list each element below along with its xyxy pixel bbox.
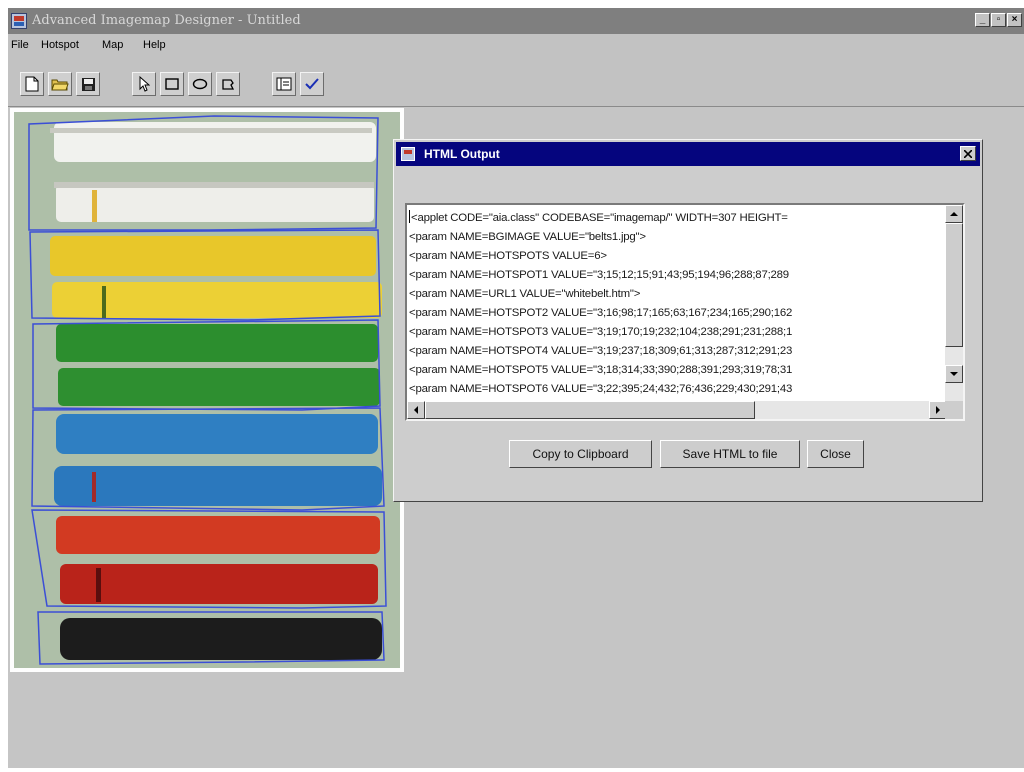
title-bar: Advanced Imagemap Designer - Untitled _ … — [8, 8, 1024, 34]
pointer-select-icon[interactable] — [132, 72, 156, 96]
code-line: <param NAME=HOTSPOT2 VALUE="3;16;98;17;1… — [409, 307, 793, 319]
code-line: <param NAME=HOTSPOTS VALUE=6> — [409, 250, 607, 262]
code-line: <applet CODE="aia.class" CODEBASE="image… — [409, 210, 788, 224]
code-line: <param NAME=URL1 VALUE="whitebelt.htm"> — [409, 288, 641, 300]
maximize-icon[interactable]: ▫ — [991, 13, 1006, 27]
vertical-scrollbar[interactable] — [945, 205, 963, 401]
new-file-icon[interactable] — [20, 72, 44, 96]
minimize-icon[interactable]: _ — [975, 13, 990, 27]
ellipse-tool-icon[interactable] — [188, 72, 212, 96]
scroll-corner — [945, 401, 963, 419]
scroll-down-icon[interactable] — [945, 365, 963, 383]
save-html-to-file-button[interactable]: Save HTML to file — [660, 440, 800, 468]
code-line: <param NAME=HOTSPOT6 VALUE="3;22;395;24;… — [409, 383, 793, 395]
code-line: <param NAME=HOTSPOT1 VALUE="3;15;12;15;9… — [409, 269, 789, 281]
code-line: <param NAME=BGIMAGE VALUE="belts1.jpg"> — [409, 231, 646, 243]
dialog-close-icon[interactable] — [960, 146, 976, 161]
code-line: <param NAME=HOTSPOT4 VALUE="3;19;237;18;… — [409, 345, 793, 357]
close-icon[interactable]: × — [1007, 13, 1022, 27]
image-canvas[interactable] — [14, 112, 400, 668]
app-icon — [11, 13, 27, 29]
dialog-title-bar[interactable]: HTML Output — [396, 142, 980, 166]
dialog-app-icon — [401, 147, 415, 161]
menu-help[interactable]: Help — [143, 39, 166, 51]
vertical-scroll-thumb[interactable] — [945, 223, 963, 347]
menu-map[interactable]: Map — [102, 39, 123, 51]
scroll-up-icon[interactable] — [945, 205, 963, 223]
open-folder-icon[interactable] — [48, 72, 72, 96]
horizontal-scrollbar[interactable] — [407, 401, 947, 419]
check-icon[interactable] — [300, 72, 324, 96]
window-title: Advanced Imagemap Designer - Untitled — [32, 13, 301, 28]
menu-hotspot[interactable]: Hotspot — [41, 39, 79, 51]
html-output-dialog: HTML Output <applet CODE="aia.class" COD… — [393, 139, 983, 502]
toolbar — [8, 60, 1024, 107]
copy-to-clipboard-button[interactable]: Copy to Clipboard — [509, 440, 652, 468]
code-lines: <applet CODE="aia.class" CODEBASE="image… — [409, 209, 949, 397]
text-caret — [409, 210, 410, 223]
polygon-tool-icon[interactable] — [216, 72, 240, 96]
close-button[interactable]: Close — [807, 440, 864, 468]
code-line: <param NAME=HOTSPOT5 VALUE="3;18;314;33;… — [409, 364, 793, 376]
horizontal-scroll-thumb[interactable] — [425, 401, 755, 419]
save-disk-icon[interactable] — [76, 72, 100, 96]
rectangle-tool-icon[interactable] — [160, 72, 184, 96]
dialog-title: HTML Output — [424, 147, 500, 161]
html-output-textarea[interactable]: <applet CODE="aia.class" CODEBASE="image… — [405, 203, 965, 421]
menu-bar: File Hotspot Map Help — [8, 36, 1024, 58]
code-line: <param NAME=HOTSPOT3 VALUE="3;19;170;19;… — [409, 326, 793, 338]
scroll-left-icon[interactable] — [407, 401, 425, 419]
html-output-icon[interactable] — [272, 72, 296, 96]
menu-file[interactable]: File — [11, 39, 29, 51]
